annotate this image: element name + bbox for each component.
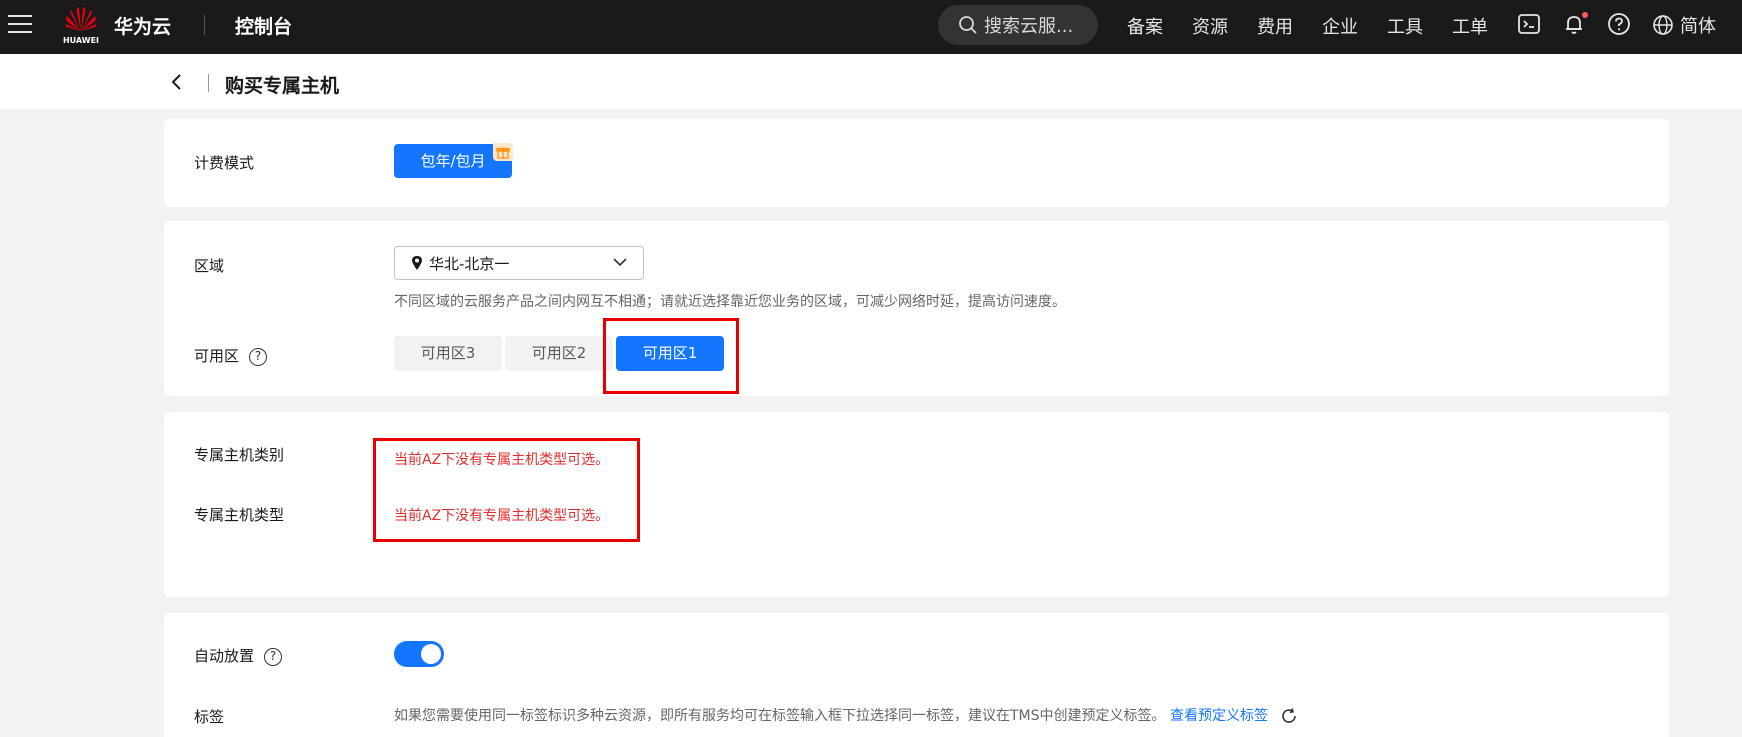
billing-yearly-monthly-button[interactable]: 包年/包月: [394, 143, 513, 178]
huawei-logo[interactable]: HUAWEI: [62, 5, 100, 45]
region-card: 区域 华北-北京一 不同区域的云服务产品之间内网互不相通；请就近选择靠近您业务的…: [164, 221, 1669, 396]
nav-resources[interactable]: 资源: [1192, 13, 1228, 39]
region-label: 区域: [194, 257, 225, 275]
logo-text: HUAWEI: [62, 36, 100, 45]
az-option-1[interactable]: 可用区1: [616, 336, 724, 371]
language-label: 简体: [1680, 16, 1716, 37]
host-type-card: 专属主机类别 当前AZ下没有专属主机类型可选。 专属主机类型 当前AZ下没有专属…: [164, 412, 1669, 597]
az-option-3[interactable]: 可用区3: [394, 336, 502, 371]
help-icon[interactable]: [1607, 12, 1633, 38]
terminal-icon[interactable]: [1517, 12, 1543, 38]
refresh-icon[interactable]: [1280, 707, 1298, 725]
az-label: 可用区: [194, 347, 240, 365]
auto-place-toggle[interactable]: [394, 641, 444, 667]
host-type-label: 专属主机类型: [194, 506, 285, 524]
host-type-message: 当前AZ下没有专属主机类型可选。: [394, 508, 610, 524]
az-label-row: 可用区?: [194, 345, 268, 366]
auto-place-help-icon[interactable]: ?: [264, 647, 283, 666]
brand-name[interactable]: 华为云: [114, 12, 171, 39]
header-divider: [208, 74, 209, 92]
search-icon: [959, 16, 977, 34]
auto-place-label: 自动放置: [194, 647, 255, 665]
tag-hint-row: 如果您需要使用同一标签标识多种云资源，即所有服务均可在标签输入框下拉选择同一标签…: [394, 705, 1298, 725]
placement-card: 自动放置? 标签 如果您需要使用同一标签标识多种云资源，即所有服务均可在标签输入…: [164, 613, 1669, 737]
billing-option-label: 包年/包月: [420, 152, 486, 170]
location-pin-icon: [412, 256, 422, 270]
tag-hint: 如果您需要使用同一标签标识多种云资源，即所有服务均可在标签输入框下拉选择同一标签…: [394, 708, 1166, 724]
toggle-knob: [421, 644, 441, 664]
globe-icon: [1653, 15, 1673, 35]
region-hint: 不同区域的云服务产品之间内网互不相通；请就近选择靠近您业务的区域，可减少网络时延…: [394, 294, 1066, 310]
nav-tools[interactable]: 工具: [1387, 13, 1423, 39]
az-option-2[interactable]: 可用区2: [505, 336, 613, 371]
nav-tickets[interactable]: 工单: [1452, 13, 1488, 39]
bell-icon[interactable]: [1562, 12, 1588, 38]
topbar-divider: [204, 15, 205, 35]
auto-place-label-row: 自动放置?: [194, 645, 283, 666]
page-title: 购买专属主机: [225, 75, 340, 97]
search-placeholder: 搜索云服...: [984, 16, 1074, 37]
region-select[interactable]: 华北-北京一: [394, 246, 644, 280]
host-category-label: 专属主机类别: [194, 446, 285, 464]
nav-billing[interactable]: 费用: [1257, 13, 1293, 39]
region-selected-value: 华北-北京一: [429, 254, 510, 273]
back-icon[interactable]: [170, 72, 188, 92]
top-navigation-bar: HUAWEI 华为云 控制台 搜索云服... 备案 资源 费用 企业 工具 工单…: [0, 0, 1742, 54]
chevron-down-icon: [613, 258, 627, 267]
nav-enterprise[interactable]: 企业: [1322, 13, 1358, 39]
language-switch[interactable]: 简体: [1652, 12, 1722, 38]
billing-label: 计费模式: [194, 154, 255, 172]
az-help-icon[interactable]: ?: [249, 347, 268, 366]
view-predefined-tags-link[interactable]: 查看预定义标签: [1170, 708, 1268, 724]
billing-card: 计费模式 包年/包月: [164, 119, 1669, 207]
console-link[interactable]: 控制台: [235, 12, 292, 39]
gift-icon: [493, 143, 513, 161]
tag-label: 标签: [194, 708, 225, 726]
nav-beian[interactable]: 备案: [1127, 13, 1163, 39]
menu-icon[interactable]: [8, 12, 34, 38]
page-header: 购买专属主机: [0, 54, 1742, 109]
search-input[interactable]: 搜索云服...: [938, 5, 1098, 45]
notification-dot: [1582, 12, 1588, 18]
host-category-message: 当前AZ下没有专属主机类型可选。: [394, 452, 610, 468]
